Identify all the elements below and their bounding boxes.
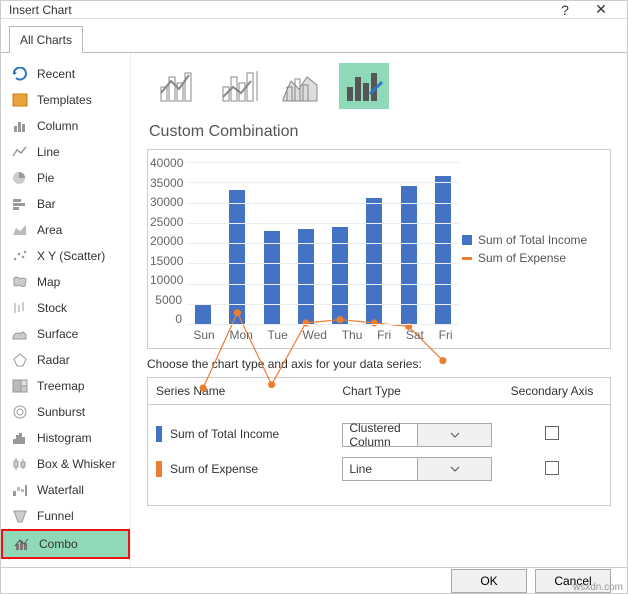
legend: Sum of Total Income Sum of Expense bbox=[462, 229, 602, 269]
sidebar-item-label: Radar bbox=[37, 353, 70, 367]
sidebar-item-label: Pie bbox=[37, 171, 54, 185]
sidebar-item-label: Funnel bbox=[37, 509, 74, 523]
stock-chart-icon bbox=[11, 300, 29, 316]
legend-item: Sum of Total Income bbox=[462, 233, 602, 247]
tab-all-charts[interactable]: All Charts bbox=[9, 26, 83, 53]
chevron-down-icon bbox=[417, 458, 492, 480]
radar-chart-icon bbox=[11, 352, 29, 368]
treemap-chart-icon bbox=[11, 378, 29, 394]
combo-subtype-row bbox=[147, 63, 611, 109]
histogram-chart-icon bbox=[11, 430, 29, 446]
sidebar-item-label: Box & Whisker bbox=[37, 457, 116, 471]
sidebar-item-label: Area bbox=[37, 223, 62, 237]
series-name-label: Sum of Expense bbox=[170, 462, 258, 476]
sidebar-item-line[interactable]: Line bbox=[1, 139, 130, 165]
legend-swatch-icon bbox=[462, 257, 472, 260]
sidebar-item-templates[interactable]: Templates bbox=[1, 87, 130, 113]
sidebar-item-label: Treemap bbox=[37, 379, 85, 393]
ok-button[interactable]: OK bbox=[451, 569, 527, 593]
plot-area bbox=[186, 162, 460, 324]
sidebar-item-label: Sunburst bbox=[37, 405, 85, 419]
insert-chart-dialog: Insert Chart ? ✕ All Charts Recent Templ… bbox=[0, 0, 628, 594]
sidebar-item-label: Combo bbox=[39, 537, 78, 551]
series-swatch-icon bbox=[156, 426, 162, 442]
section-title: Custom Combination bbox=[149, 123, 611, 141]
bar-chart-icon bbox=[11, 196, 29, 212]
chart-type-dropdown[interactable]: Line bbox=[342, 457, 492, 481]
dialog-footer: OK Cancel bbox=[1, 567, 627, 593]
series-swatch-icon bbox=[156, 461, 162, 477]
sidebar-item-label: Surface bbox=[37, 327, 78, 341]
main-panel: Custom Combination 400003500030000250002… bbox=[131, 53, 627, 567]
x-axis-labels: SunMonTueWedThuFriSatFri bbox=[186, 328, 460, 342]
sidebar-item-label: Line bbox=[37, 145, 60, 159]
dialog-title: Insert Chart bbox=[9, 3, 547, 17]
y-axis-labels: 4000035000300002500020000150001000050000 bbox=[150, 156, 182, 326]
sidebar-item-waterfall[interactable]: Waterfall bbox=[1, 477, 130, 503]
sidebar-item-label: Stock bbox=[37, 301, 67, 315]
sunburst-chart-icon bbox=[11, 404, 29, 420]
sidebar-item-radar[interactable]: Radar bbox=[1, 347, 130, 373]
sidebar-item-funnel[interactable]: Funnel bbox=[1, 503, 130, 529]
sidebar-item-label: Histogram bbox=[37, 431, 92, 445]
legend-item: Sum of Expense bbox=[462, 251, 602, 265]
legend-label: Sum of Total Income bbox=[478, 233, 587, 247]
sidebar-item-bar[interactable]: Bar bbox=[1, 191, 130, 217]
sidebar-item-scatter[interactable]: X Y (Scatter) bbox=[1, 243, 130, 269]
help-button[interactable]: ? bbox=[547, 2, 583, 18]
pie-chart-icon bbox=[11, 170, 29, 186]
recent-icon bbox=[11, 66, 29, 82]
sidebar-item-label: Recent bbox=[37, 67, 75, 81]
column-chart-icon bbox=[11, 118, 29, 134]
area-chart-icon bbox=[11, 222, 29, 238]
sidebar-item-pie[interactable]: Pie bbox=[1, 165, 130, 191]
line-chart-icon bbox=[11, 144, 29, 160]
titlebar: Insert Chart ? ✕ bbox=[1, 1, 627, 19]
sidebar-item-recent[interactable]: Recent bbox=[1, 61, 130, 87]
funnel-chart-icon bbox=[11, 508, 29, 524]
sidebar-item-combo[interactable]: Combo bbox=[1, 529, 130, 559]
tab-strip: All Charts bbox=[1, 19, 627, 53]
combo-subtype-clustered-column-line[interactable] bbox=[153, 63, 203, 109]
close-button[interactable]: ✕ bbox=[583, 1, 619, 18]
box-whisker-chart-icon bbox=[11, 456, 29, 472]
chart-category-sidebar: Recent Templates Column Line Pie Bar Are… bbox=[1, 53, 131, 567]
combo-chart-icon bbox=[13, 536, 31, 552]
sidebar-item-column[interactable]: Column bbox=[1, 113, 130, 139]
scatter-chart-icon bbox=[11, 248, 29, 264]
sidebar-item-treemap[interactable]: Treemap bbox=[1, 373, 130, 399]
combo-subtype-clustered-column-line-secondary[interactable] bbox=[215, 63, 265, 109]
sidebar-item-sunburst[interactable]: Sunburst bbox=[1, 399, 130, 425]
sidebar-item-map[interactable]: Map bbox=[1, 269, 130, 295]
sidebar-item-box-whisker[interactable]: Box & Whisker bbox=[1, 451, 130, 477]
map-chart-icon bbox=[11, 274, 29, 290]
sidebar-item-histogram[interactable]: Histogram bbox=[1, 425, 130, 451]
waterfall-chart-icon bbox=[11, 482, 29, 498]
secondary-axis-checkbox[interactable] bbox=[545, 461, 559, 475]
legend-label: Sum of Expense bbox=[478, 251, 566, 265]
watermark: wsxdn.com bbox=[573, 582, 623, 593]
chart-preview[interactable]: 4000035000300002500020000150001000050000… bbox=[147, 149, 611, 349]
sidebar-item-label: Column bbox=[37, 119, 78, 133]
series-row: Sum of Expense Line bbox=[156, 457, 602, 481]
sidebar-item-label: Bar bbox=[37, 197, 56, 211]
dropdown-value: Line bbox=[343, 462, 417, 476]
sidebar-item-surface[interactable]: Surface bbox=[1, 321, 130, 347]
surface-chart-icon bbox=[11, 326, 29, 342]
sidebar-item-label: Waterfall bbox=[37, 483, 84, 497]
sidebar-item-area[interactable]: Area bbox=[1, 217, 130, 243]
sidebar-item-label: X Y (Scatter) bbox=[37, 249, 105, 263]
templates-icon bbox=[11, 92, 29, 108]
combo-subtype-stacked-area-column[interactable] bbox=[277, 63, 327, 109]
header-secondary-axis: Secondary Axis bbox=[502, 384, 602, 398]
sidebar-item-stock[interactable]: Stock bbox=[1, 295, 130, 321]
legend-swatch-icon bbox=[462, 235, 472, 245]
combo-subtype-custom[interactable] bbox=[339, 63, 389, 109]
sidebar-item-label: Map bbox=[37, 275, 60, 289]
secondary-axis-checkbox[interactable] bbox=[545, 426, 559, 440]
sidebar-item-label: Templates bbox=[37, 93, 92, 107]
